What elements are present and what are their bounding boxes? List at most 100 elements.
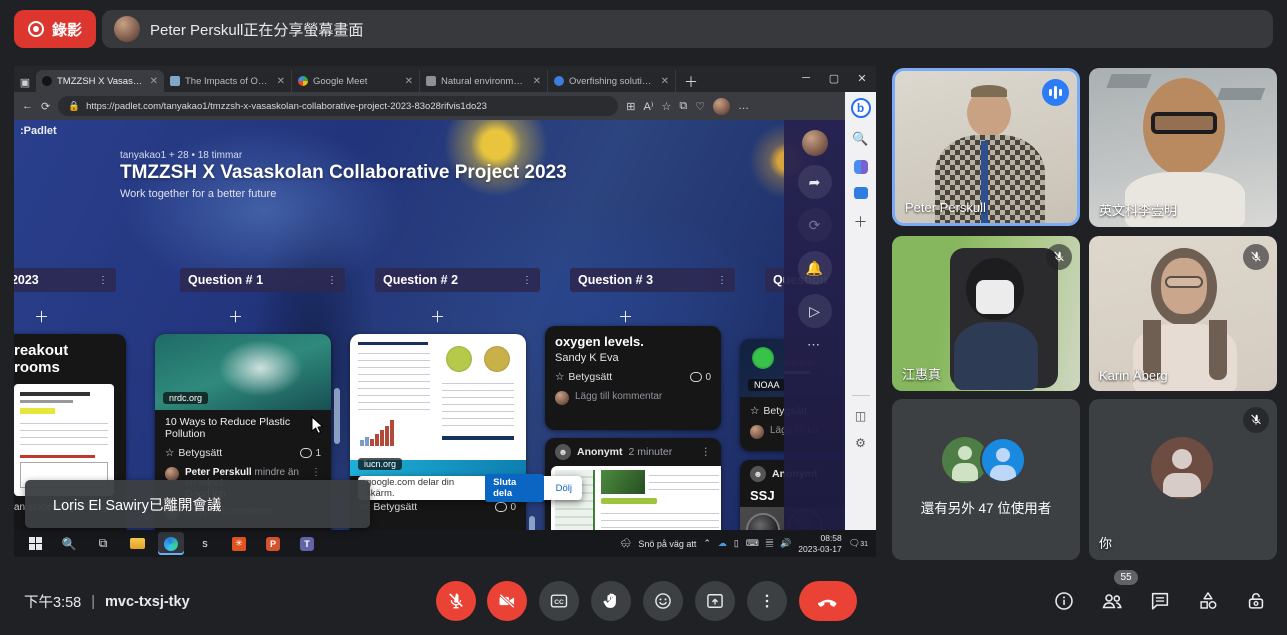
more-options-button[interactable] [747,581,787,621]
card-oxygen-levels[interactable]: oxygen levels. Sandy K Eva ☆Betygsätt 0 … [545,326,721,430]
device-icon[interactable]: ▯ [734,538,739,549]
read-aloud-icon[interactable]: A⁾ [643,100,653,113]
tab-overfishing[interactable]: Overfishing solutions - s ✕ [548,70,676,92]
tray-clock[interactable]: 08:58 2023-03-17 [798,533,841,554]
column-menu-icon[interactable]: ⋮ [522,275,532,286]
rail-more-icon[interactable]: ⋯ [807,337,822,353]
notifications-bell-icon[interactable]: 🔔 [798,251,832,285]
collections-icon[interactable]: ⧉ [679,100,687,113]
tab-padlet[interactable]: TMZZSH X Vasaskolan Co ✕ [36,70,164,92]
browser-more-icon[interactable]: … [738,100,749,112]
app-s-icon[interactable]: s [192,532,218,555]
captions-button[interactable]: CC [539,581,579,621]
tab-actions-icon[interactable]: ▣ [14,72,36,92]
sidebar-search-icon[interactable]: 🔍 [852,131,868,147]
comment-count-value: 1 [315,448,321,459]
restore-window-button[interactable]: ▢ [820,66,848,90]
split-screen-icon[interactable]: ⊞ [626,100,635,113]
notification-center-icon[interactable]: 🗨31 [849,538,868,549]
new-tab-button[interactable]: ＋ [684,72,698,92]
close-tab-icon[interactable]: ✕ [661,76,669,87]
back-icon[interactable]: ← [22,100,33,112]
sidebar-add-icon[interactable]: ＋ [854,212,868,232]
wifi-icon[interactable]: 𝄚 [766,538,773,549]
close-tab-icon[interactable]: ✕ [150,76,158,87]
browser-profile-avatar[interactable] [713,98,730,115]
file-explorer-icon[interactable] [124,532,150,555]
tray-chevron-icon[interactable]: ⌃ [703,538,711,549]
activities-button[interactable] [1196,589,1220,613]
add-post-button[interactable]: ＋ [34,306,49,327]
hide-bar-button[interactable]: Dölj [550,480,578,497]
browser-essentials-icon[interactable]: ♡ [695,100,705,113]
favorites-icon[interactable]: ☆ [661,100,671,113]
add-post-button[interactable]: ＋ [618,306,633,327]
comment-count[interactable]: 1 [300,448,321,459]
tab-natural-environment[interactable]: Natural environment and ✕ [420,70,548,92]
sidebar-office-icon[interactable] [854,160,868,174]
column-scrollbar[interactable] [334,388,340,444]
reactions-button[interactable] [643,581,683,621]
address-bar[interactable]: 🔒 https://padlet.com/tanyakao1/tmzzsh-x-… [58,96,618,116]
rate-button[interactable]: ☆Betygsätt [555,371,612,383]
comment-menu-icon[interactable]: ⋮ [311,467,321,478]
raise-hand-button[interactable] [591,581,631,621]
sidebar-screenshot-icon[interactable] [854,187,868,199]
column-title: Question # 3 [578,273,653,287]
onedrive-icon[interactable]: ☁ [718,538,727,549]
tile-you[interactable]: 你 [1089,399,1277,560]
refresh-icon[interactable]: ⟳ [41,100,50,113]
show-everyone-button[interactable] [1100,589,1124,613]
padlet-user-avatar[interactable] [802,130,828,156]
column-scrollbar[interactable] [529,516,535,530]
self-avatar [1151,437,1213,499]
powerpoint-icon[interactable]: P [260,532,286,555]
close-tab-icon[interactable]: ✕ [277,76,285,87]
tile-karin[interactable]: Karin Åberg [1089,236,1277,391]
mic-toggle-button[interactable] [436,581,476,621]
chat-button[interactable] [1148,589,1172,613]
leave-call-button[interactable] [799,581,857,621]
toast-text: Loris El Sawiry已離開會議 [53,494,221,515]
tile-peter-perskull[interactable]: Peter Perskull [892,68,1080,226]
add-comment-row[interactable]: Lägg till kommentar [545,388,721,408]
minimize-window-button[interactable]: ─ [792,66,820,90]
remake-icon[interactable]: ⟳ [798,208,832,242]
teams-icon[interactable]: T [294,532,320,555]
tab-ocean-impacts[interactable]: The Impacts of Ocean Ac ✕ [164,70,292,92]
touch-keyboard-icon[interactable]: ⌨ [746,538,759,549]
close-tab-icon[interactable]: ✕ [533,76,541,87]
volume-icon[interactable]: 🔊 [780,538,791,549]
comment-count[interactable]: 0 [495,502,516,513]
add-post-button[interactable]: ＋ [228,306,243,327]
task-view-icon[interactable]: ⧉ [90,532,116,555]
card-menu-icon[interactable]: ⋮ [701,446,712,458]
slideshow-play-icon[interactable]: ▷ [798,294,832,328]
close-tab-icon[interactable]: ✕ [405,76,413,87]
comment-count[interactable]: 0 [690,372,711,383]
close-window-button[interactable]: ✕ [848,66,876,90]
start-button[interactable] [22,532,48,555]
present-button[interactable] [695,581,735,621]
edge-taskbar-icon[interactable] [158,532,184,555]
column-menu-icon[interactable]: ⋮ [98,275,108,286]
camera-toggle-button[interactable] [487,581,527,621]
column-menu-icon[interactable]: ⋮ [327,275,337,286]
meeting-details-button[interactable] [1052,589,1076,613]
bing-chat-icon[interactable]: b [851,98,871,118]
taskbar-search-icon[interactable]: 🔍 [56,532,82,555]
column-menu-icon[interactable]: ⋮ [717,275,727,286]
tile-lee[interactable]: 英文科李壹明 [1089,68,1277,227]
tile-more-participants[interactable]: 還有另外 47 位使用者 [892,399,1080,560]
add-post-button[interactable]: ＋ [430,306,445,327]
sidebar-panel-icon[interactable]: ◫ [855,409,866,423]
share-arrow-icon[interactable]: ➦ [798,165,832,199]
rate-button[interactable]: ☆Betygsätt [165,447,222,459]
tile-chiang[interactable]: 江惠真 [892,236,1080,391]
self-avatar [750,425,764,439]
app-orange-icon[interactable]: ✳ [226,532,252,555]
stop-sharing-button[interactable]: Sluta dela [485,474,544,502]
sidebar-settings-gear-icon[interactable]: ⚙ [855,436,866,450]
host-controls-button[interactable] [1244,589,1268,613]
tab-google-meet[interactable]: Google Meet ✕ [292,70,420,92]
